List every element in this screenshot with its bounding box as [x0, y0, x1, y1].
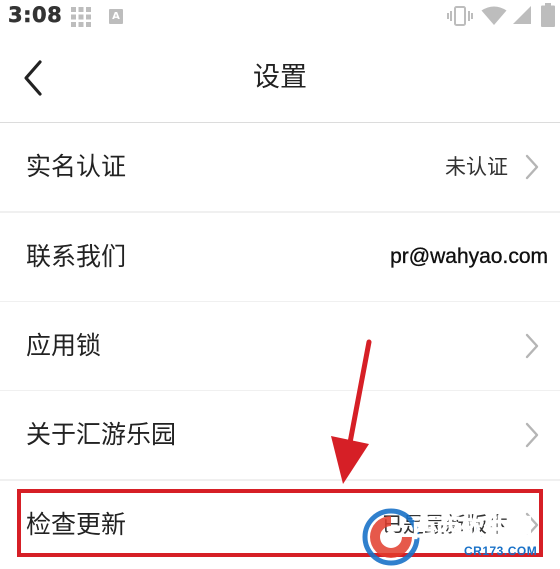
- settings-item-check-update[interactable]: 检查更新 已是最新版本: [0, 481, 560, 569]
- status-bar: 3:08 A: [0, 0, 560, 34]
- settings-item-app-lock[interactable]: 应用锁: [0, 302, 560, 390]
- battery-icon: [541, 3, 555, 27]
- settings-item-contact-us[interactable]: 联系我们 pr@wahyao.com: [0, 213, 560, 301]
- settings-item-value: 未认证: [445, 155, 508, 179]
- settings-item-label: 检查更新: [26, 510, 127, 539]
- settings-item-label: 关于汇游乐园: [26, 420, 177, 449]
- a-icon: A: [109, 9, 123, 24]
- wifi-icon: [481, 6, 507, 25]
- header-bar: 设置: [0, 34, 560, 123]
- grid-icon: [71, 7, 91, 27]
- status-time: 3:08: [8, 3, 63, 28]
- settings-item-about[interactable]: 关于汇游乐园: [0, 391, 560, 479]
- chevron-right-icon: [525, 512, 539, 538]
- chevron-right-icon: [525, 154, 539, 180]
- settings-item-label: 实名认证: [26, 152, 127, 181]
- contact-email: pr@wahyao.com: [390, 245, 548, 268]
- settings-item-label: 联系我们: [26, 242, 127, 271]
- settings-item-label: 应用锁: [26, 331, 102, 360]
- settings-item-real-name[interactable]: 实名认证 未认证: [0, 123, 560, 211]
- vibrate-icon: [447, 6, 473, 26]
- signal-icon: [513, 6, 531, 24]
- settings-item-value: 已是最新版本: [382, 513, 508, 537]
- chevron-right-icon: [525, 333, 539, 359]
- chevron-right-icon: [525, 422, 539, 448]
- page-title: 设置: [253, 62, 307, 93]
